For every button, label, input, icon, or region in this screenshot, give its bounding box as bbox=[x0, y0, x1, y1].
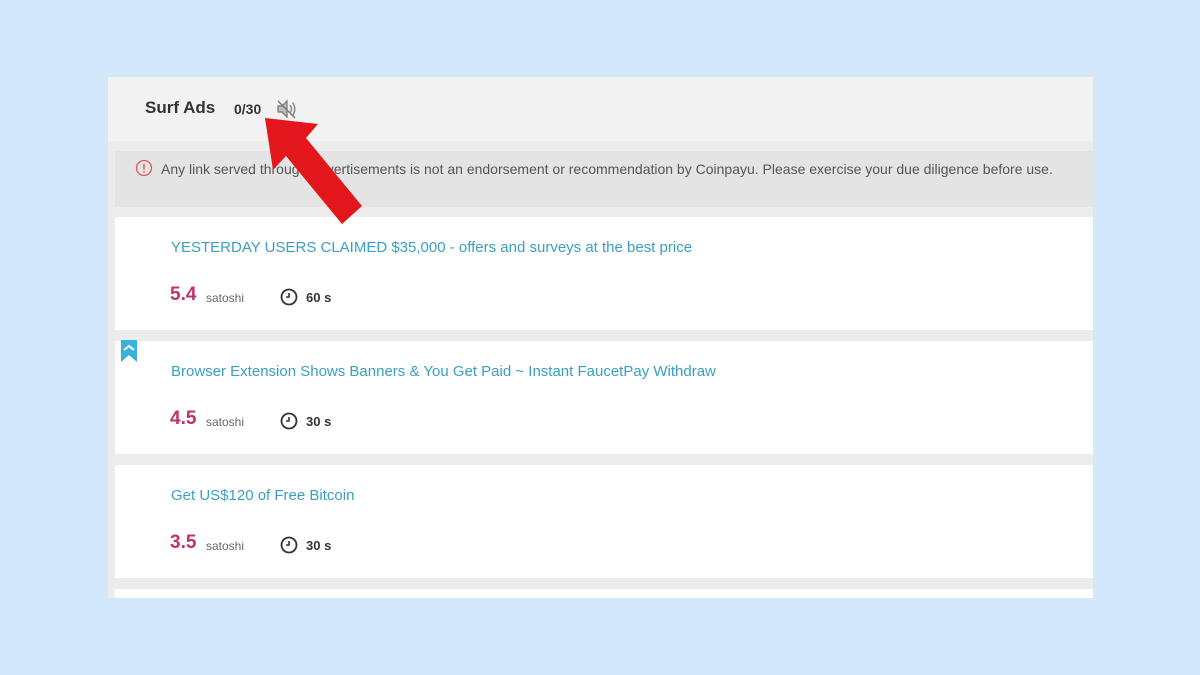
surf-ads-header: Surf Ads 0/30 bbox=[108, 77, 1093, 141]
surf-ads-panel: Surf Ads 0/30 Any link served through ad… bbox=[108, 77, 1093, 598]
ad-title-link[interactable]: Get US$120 of Free Bitcoin bbox=[171, 487, 354, 504]
clock-icon bbox=[280, 412, 298, 430]
ad-duration: 30 s bbox=[306, 538, 332, 553]
ad-card[interactable]: Browser Extension Shows Banners & You Ge… bbox=[115, 341, 1093, 454]
ad-title-link[interactable]: Browser Extension Shows Banners & You Ge… bbox=[171, 363, 716, 380]
ad-title-link[interactable]: YESTERDAY USERS CLAIMED $35,000 - offers… bbox=[171, 239, 692, 256]
ad-card-partial bbox=[115, 589, 1093, 598]
ad-reward-amount: 5.4 bbox=[170, 284, 197, 305]
ad-reward-unit: satoshi bbox=[206, 539, 245, 553]
ad-reward-amount: 3.5 bbox=[170, 532, 197, 553]
clock-icon bbox=[280, 536, 298, 554]
clock-icon bbox=[280, 288, 298, 306]
ad-reward-amount: 4.5 bbox=[170, 408, 197, 429]
ad-reward-unit: satoshi bbox=[206, 291, 245, 305]
ads-counter: 0/30 bbox=[234, 101, 262, 117]
ad-card[interactable]: YESTERDAY USERS CLAIMED $35,000 - offers… bbox=[115, 217, 1093, 330]
page-title: Surf Ads bbox=[145, 98, 216, 117]
ad-card[interactable]: Get US$120 of Free Bitcoin 3.5 satoshi 3… bbox=[115, 465, 1093, 578]
ad-duration: 30 s bbox=[306, 414, 332, 429]
bookmark-icon bbox=[120, 340, 138, 364]
speaker-muted-icon[interactable] bbox=[275, 98, 299, 120]
disclaimer-notice: Any link served through advertisements i… bbox=[115, 151, 1093, 207]
ad-duration: 60 s bbox=[306, 290, 332, 305]
disclaimer-text: Any link served through advertisements i… bbox=[161, 161, 1053, 177]
ad-reward-unit: satoshi bbox=[206, 415, 245, 429]
